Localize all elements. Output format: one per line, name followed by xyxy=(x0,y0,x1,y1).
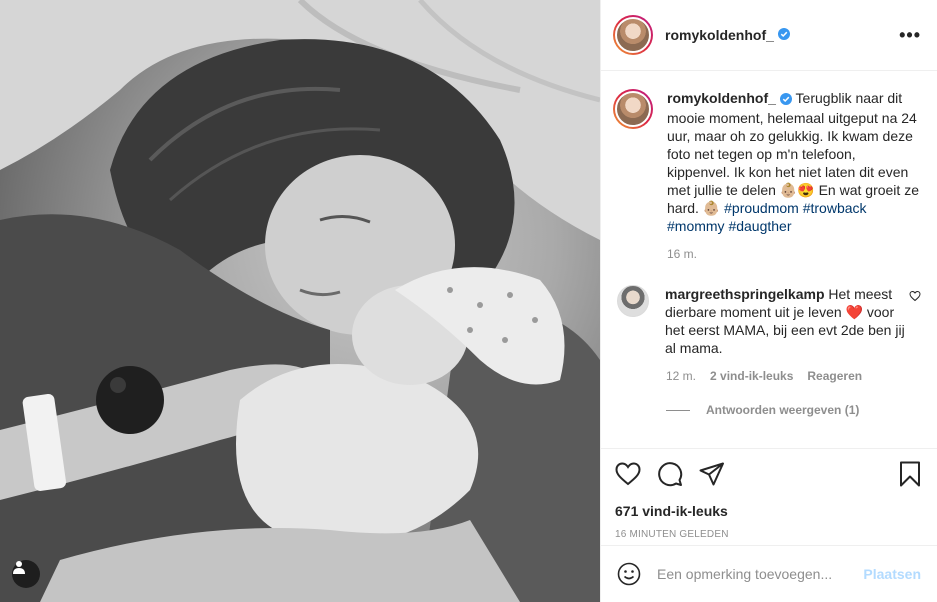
post-comment-button[interactable]: Plaatsen xyxy=(863,566,921,582)
post-photo[interactable] xyxy=(0,0,600,602)
comment-input[interactable] xyxy=(657,566,864,582)
comment-likes[interactable]: 2 vind-ik-leuks xyxy=(710,369,793,383)
smiley-icon[interactable] xyxy=(617,562,641,586)
post-details-panel: romykoldenhof_ ••• romykoldenhof_ Terugb… xyxy=(600,0,937,602)
user-tag-icon[interactable] xyxy=(12,560,40,588)
caption-text: Terugblik naar dit mooie moment, helemaa… xyxy=(667,90,919,216)
comment: margreethspringelkamp Het meest dierbare… xyxy=(601,261,937,357)
commenter-avatar[interactable] xyxy=(617,285,649,317)
comment-like-icon[interactable] xyxy=(909,289,921,357)
add-comment-bar: Plaatsen xyxy=(601,545,937,602)
hashtag[interactable]: #trowback xyxy=(803,200,867,216)
heart-emoji: ❤️ xyxy=(845,304,863,320)
post-age[interactable]: 16 MINUTEN GELEDEN xyxy=(615,529,921,540)
commenter-username[interactable]: margreethspringelkamp xyxy=(665,286,825,302)
view-replies[interactable]: Antwoorden weergeven (1) xyxy=(666,403,937,417)
more-options-icon[interactable]: ••• xyxy=(899,25,921,46)
caption-timestamp[interactable]: 16 m. xyxy=(667,247,937,261)
hashtag[interactable]: #mommy xyxy=(667,218,725,234)
author-username[interactable]: romykoldenhof_ xyxy=(665,27,774,43)
bookmark-icon[interactable] xyxy=(899,461,921,487)
comment-timestamp[interactable]: 12 m. xyxy=(666,369,696,383)
post-actions: 671 vind-ik-leuks 16 MINUTEN GELEDEN xyxy=(601,448,937,540)
heart-icon[interactable] xyxy=(615,462,641,486)
caption-author-avatar[interactable] xyxy=(613,89,653,129)
author-avatar[interactable] xyxy=(613,15,653,55)
hashtag[interactable]: #daugther xyxy=(728,218,791,234)
paper-plane-icon[interactable] xyxy=(699,462,725,486)
caption-block: romykoldenhof_ Terugblik naar dit mooie … xyxy=(601,71,937,235)
comment-text: margreethspringelkamp Het meest dierbare… xyxy=(665,285,905,357)
photo-illustration xyxy=(0,0,600,602)
like-count[interactable]: 671 vind-ik-leuks xyxy=(615,503,921,519)
post-header: romykoldenhof_ ••• xyxy=(601,0,937,71)
verified-badge-icon xyxy=(779,91,792,109)
verified-badge-icon xyxy=(777,27,790,43)
comment-meta: 12 m. 2 vind-ik-leuks Reageren xyxy=(666,369,937,383)
comment-icon[interactable] xyxy=(657,461,683,487)
replies-divider xyxy=(666,409,690,411)
hashtag[interactable]: #proudmom xyxy=(724,200,799,216)
caption-username[interactable]: romykoldenhof_ xyxy=(667,90,776,106)
caption: romykoldenhof_ Terugblik naar dit mooie … xyxy=(667,89,921,235)
view-replies-label[interactable]: Antwoorden weergeven (1) xyxy=(706,403,859,417)
reply-button[interactable]: Reageren xyxy=(807,369,862,383)
